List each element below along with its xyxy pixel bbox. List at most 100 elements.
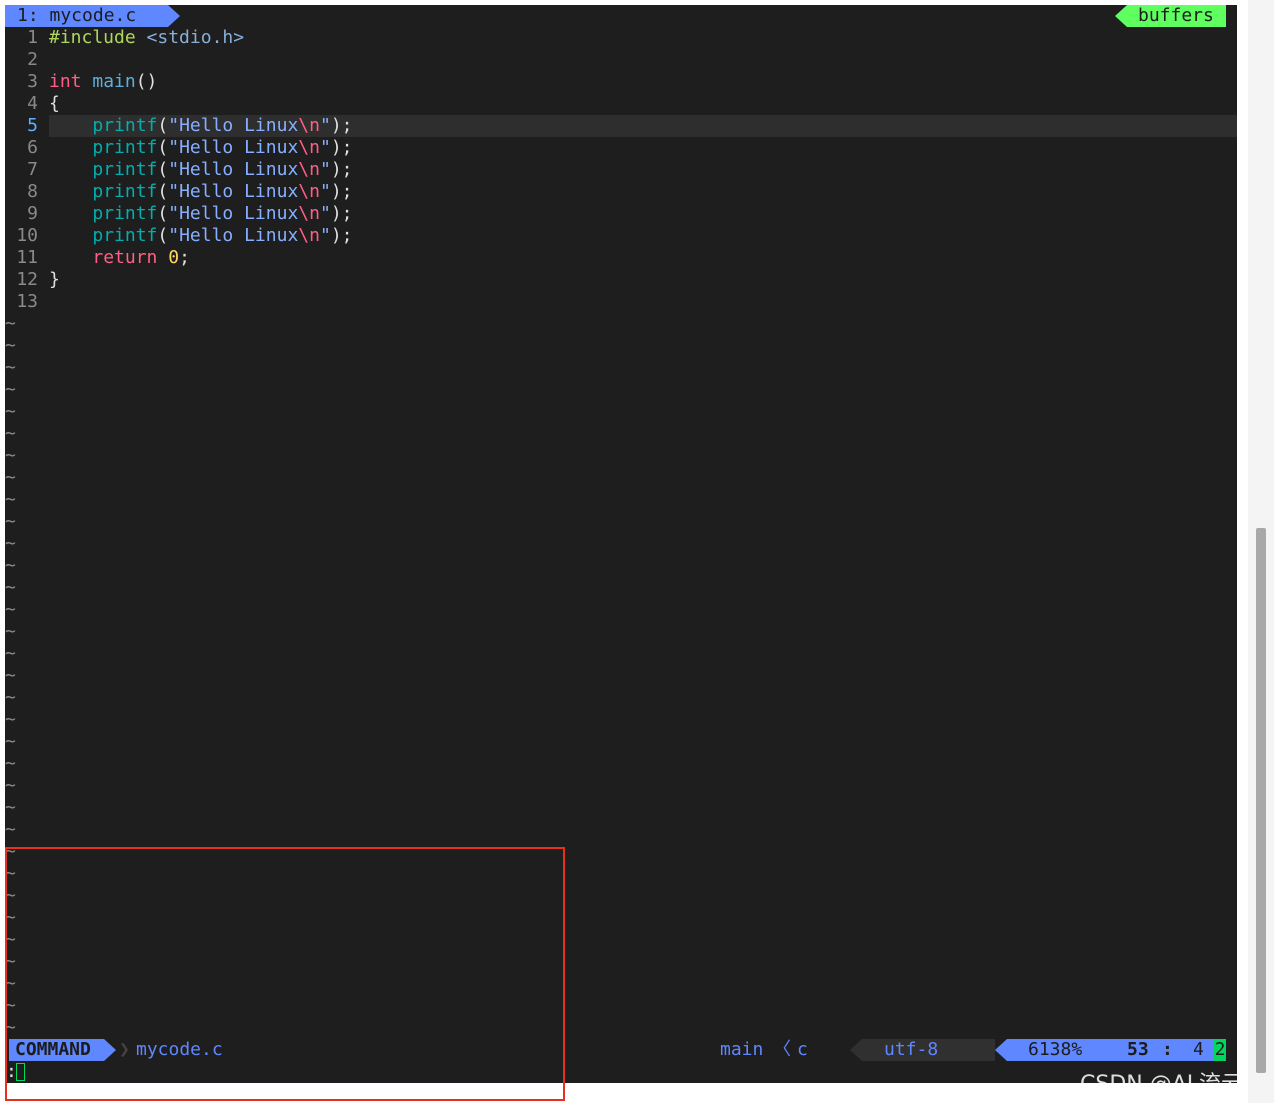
line-code: { [49, 93, 1237, 115]
line-code: printf("Hello Linux\n"); [49, 225, 1237, 247]
tilde-marker: ~ [5, 599, 16, 620]
line-code: printf("Hello Linux\n"); [49, 159, 1237, 181]
code-token: ( [157, 159, 169, 180]
line-number: 2 [27, 49, 38, 70]
code-token: \n [298, 203, 320, 224]
code-token: ( [157, 203, 169, 224]
buffers-label: buffers [1127, 5, 1226, 27]
code-token: " [319, 159, 331, 180]
code-token: { [49, 93, 60, 114]
empty-line: ~ [5, 423, 1237, 445]
tilde-marker: ~ [5, 401, 16, 422]
code-line[interactable]: 8 printf("Hello Linux\n"); [5, 181, 1237, 203]
tilde-marker: ~ [5, 643, 16, 664]
code-token: ); [330, 225, 353, 246]
line-number: 11 [16, 247, 38, 268]
code-token: () [135, 71, 158, 92]
line-number: 4 [27, 93, 38, 114]
tilde-marker: ~ [5, 511, 16, 532]
line-number: 9 [27, 203, 38, 224]
code-line[interactable]: 9 printf("Hello Linux\n"); [5, 203, 1237, 225]
code-token: printf [92, 225, 158, 246]
empty-line: ~ [5, 467, 1237, 489]
tab-mycode[interactable]: 1: mycode.c [5, 5, 168, 27]
tilde-marker: ~ [5, 775, 16, 796]
empty-line: ~ [5, 687, 1237, 709]
line-code: printf("Hello Linux\n"); [49, 181, 1237, 203]
code-token: printf [92, 159, 158, 180]
code-line[interactable]: 5 printf("Hello Linux\n"); [5, 115, 1237, 137]
chevron-left-icon: 〈 [773, 1039, 791, 1060]
empty-line: ~ [5, 775, 1237, 797]
code-line[interactable]: 11 return 0; [5, 247, 1237, 269]
code-token: \n [298, 181, 320, 202]
code-token: \n [298, 115, 320, 136]
tilde-marker: ~ [5, 819, 16, 840]
line-number: 6 [27, 137, 38, 158]
tilde-marker: ~ [5, 357, 16, 378]
code-line[interactable]: 4{ [5, 93, 1237, 115]
line-number: 3 [27, 71, 38, 92]
line-number: 1 [27, 27, 38, 48]
code-token: " [319, 225, 331, 246]
encoding-arrow-separator [850, 1039, 862, 1061]
code-token: " [319, 137, 331, 158]
code-line[interactable]: 1 #include <stdio.h> [5, 27, 1237, 49]
position-arrow-separator [995, 1039, 1007, 1061]
code-token: ); [330, 181, 353, 202]
code-token: ( [157, 137, 169, 158]
line-code: printf("Hello Linux\n"); [49, 203, 1237, 225]
code-token: "Hello Linux [168, 225, 299, 246]
code-line[interactable]: 7 printf("Hello Linux\n"); [5, 159, 1237, 181]
line-number: 10 [16, 225, 38, 246]
line-code: int main() [49, 71, 1237, 93]
status-position: 6138% 53 : 4 [1007, 1039, 1214, 1061]
code-token: "Hello Linux [168, 159, 299, 180]
tabline: 1: mycode.c buffers [5, 5, 1237, 27]
buffers-arrow-separator [1115, 5, 1127, 27]
empty-line: ~ [5, 445, 1237, 467]
empty-line: ~ [5, 731, 1237, 753]
line-code: printf("Hello Linux\n"); [49, 115, 1237, 137]
empty-line: ~ [5, 599, 1237, 621]
code-token: " [319, 115, 331, 136]
code-token: " [319, 181, 331, 202]
empty-line: ~ [5, 533, 1237, 555]
line-number: 8 [27, 181, 38, 202]
scrollbar-thumb[interactable] [1256, 528, 1266, 1073]
status-percent: 6138% [1028, 1039, 1083, 1060]
code-line[interactable]: 12} [5, 269, 1237, 291]
line-code: printf("Hello Linux\n"); [49, 137, 1237, 159]
code-token: printf [92, 181, 158, 202]
tilde-marker: ~ [5, 665, 16, 686]
code-line[interactable]: 6 printf("Hello Linux\n"); [5, 137, 1237, 159]
code-line[interactable]: 2 [5, 49, 1237, 71]
code-token: "Hello Linux [168, 203, 299, 224]
tilde-marker: ~ [5, 467, 16, 488]
empty-line: ~ [5, 753, 1237, 775]
code-line[interactable]: 13 [5, 291, 1237, 313]
empty-line: ~ [5, 379, 1237, 401]
line-number: 12 [16, 269, 38, 290]
code-token: printf [92, 115, 158, 136]
tilde-marker: ~ [5, 489, 16, 510]
code-token: 0 [168, 247, 180, 268]
scrollbar[interactable] [1248, 0, 1274, 1103]
code-line[interactable]: 3 int main() [5, 71, 1237, 93]
code-token: printf [92, 203, 158, 224]
status-colon: : [1162, 1039, 1173, 1060]
empty-line: ~ [5, 511, 1237, 533]
tilde-marker: ~ [5, 753, 16, 774]
tilde-marker: ~ [5, 687, 16, 708]
code-token: "Hello Linux [168, 137, 299, 158]
tilde-marker: ~ [5, 709, 16, 730]
code-line[interactable]: 10 printf("Hello Linux\n"); [5, 225, 1237, 247]
empty-line: ~ [5, 665, 1237, 687]
